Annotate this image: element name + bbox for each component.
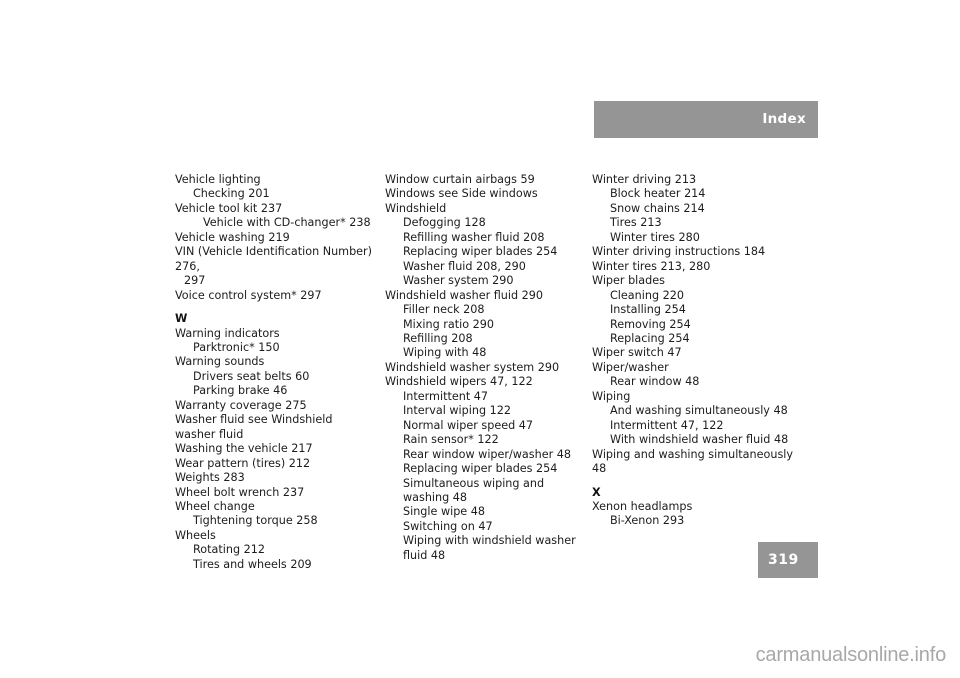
index-entry: Wiper blades (592, 274, 665, 288)
index-entry: Vehicle lighting (175, 173, 261, 186)
index-entry: Wheel bolt wrench 237 (175, 485, 305, 499)
index-subentry: Wiping with 48 (403, 346, 487, 360)
index-subentry: Cleaning 220 (610, 288, 684, 302)
index-subentry: Drivers seat belts 60 (193, 369, 310, 383)
index-subentry: Tightening torque 258 (193, 514, 318, 528)
index-subentry: Simultaneous wiping and washing 48 (403, 476, 548, 504)
index-subentry: Parktronic* 150 (193, 340, 280, 354)
page-header-title: Index (762, 110, 806, 127)
index-subentry: Parking brake 46 (193, 384, 288, 398)
index-subentry: Replacing wiper blades 254 (403, 462, 558, 476)
index-entry: Washer fluid see Windshield washer fluid (175, 413, 337, 441)
index-subentry: Normal wiper speed 47 (403, 418, 534, 432)
index-column-3: Winter driving 213 Block heater 214 Snow c… (592, 173, 802, 529)
index-subentry: Refilling washer fluid 208 (403, 230, 545, 244)
index-subentry: 297 (184, 274, 206, 288)
index-entry: Winter tires 213, 280 (592, 259, 711, 273)
index-subentry: Tires and wheels 209 (193, 557, 312, 571)
index-subentry: Wiping with windshield washer fluid 48 (403, 534, 580, 562)
index-subentry: Single wipe 48 (403, 505, 485, 519)
index-entry: VIN (Vehicle Identification Number) 276, (175, 245, 376, 273)
index-subentry: Washer fluid 208, 290 (403, 259, 526, 273)
index-entry: Winter driving 213 (592, 173, 697, 186)
index-entry: Weights 283 (175, 471, 245, 485)
index-subentry: And washing simultaneously 48 (610, 404, 788, 418)
index-subentry: Refilling 208 (403, 331, 473, 345)
index-subentry: Tires 213 (610, 216, 662, 230)
index-subentry: Intermittent 47 (403, 389, 488, 403)
index-subentry: Rear window 48 (610, 375, 700, 389)
index-section-letter: X (592, 485, 601, 499)
index-subentry: Washer system 290 (403, 274, 514, 288)
index-subentry: Switching on 47 (403, 519, 493, 533)
index-entry: Wheel change (175, 499, 255, 513)
index-subentry: Rain sensor* 122 (403, 433, 499, 447)
index-subentry: Filler neck 208 (403, 303, 485, 317)
site-watermark: carmanualsonline.info (755, 644, 947, 666)
index-subentry: Bi-Xenon 293 (610, 514, 685, 528)
index-entry: Vehicle tool kit 237 (175, 201, 283, 215)
index-subentry: With windshield washer fluid 48 (610, 433, 789, 447)
index-entry: Voice control system* 297 (175, 288, 322, 302)
index-entry: Wiper switch 47 (592, 346, 682, 360)
index-subentry: Winter tires 280 (610, 230, 700, 244)
index-subentry: Checking 201 (193, 187, 270, 201)
index-entry: Vehicle washing 219 (175, 230, 290, 244)
page-header-bar: Index (594, 101, 818, 138)
index-subentry: Replacing 254 (610, 331, 690, 345)
index-entry: Windshield wipers 47, 122 (385, 375, 533, 389)
index-entry: Warranty coverage 275 (175, 398, 307, 412)
index-subentry: Removing 254 (610, 317, 691, 331)
index-subentry: Installing 254 (610, 303, 686, 317)
index-page: Index Vehicle lighting Checking 201 Vehicl… (0, 0, 960, 678)
index-subentry: Replacing wiper blades 254 (403, 245, 558, 259)
index-subentry: Mixing ratio 290 (403, 317, 494, 331)
index-entry: Wiper/washer (592, 360, 669, 374)
index-entry: Washing the vehicle 217 (175, 442, 313, 456)
index-column-1: Vehicle lighting Checking 201 Vehicle tool… (175, 173, 375, 572)
index-entry: Winter driving instructions 184 (592, 245, 766, 259)
index-subentry: Interval wiping 122 (403, 404, 511, 418)
index-subentry: Rotating 212 (193, 543, 265, 557)
index-entry: Wiping (592, 389, 631, 403)
index-column-2: Window curtain airbags 59 Windows see Sid… (385, 173, 585, 563)
index-entry: Window curtain airbags 59 (385, 173, 535, 186)
index-subentry: Rear window wiper/washer 48 (403, 447, 571, 461)
index-subentry: Vehicle with CD-changer* 238 (203, 216, 371, 230)
index-subentry: Snow chains 214 (610, 201, 705, 215)
index-entry: Windshield (385, 201, 447, 215)
index-entry: Wear pattern (tires) 212 (175, 456, 311, 470)
index-entry: Xenon headlamps (592, 499, 693, 513)
index-entry: Windshield washer fluid 290 (385, 288, 544, 302)
index-subentry: Block heater 214 (610, 187, 706, 201)
index-section-letter: W (175, 312, 188, 326)
index-entry: Warning indicators (175, 326, 280, 340)
index-entry: Windshield washer system 290 (385, 360, 560, 374)
index-subentry: Intermittent 47, 122 (610, 418, 724, 432)
page-number-box: 319 (758, 542, 818, 578)
index-subentry: Defogging 128 (403, 216, 486, 230)
index-entry: Windows see Side windows (385, 187, 538, 201)
index-entry: Wiping and washing simultaneously 48 (592, 447, 797, 476)
page-number: 319 (768, 552, 799, 568)
index-entry: Wheels (175, 528, 216, 542)
index-entry: Warning sounds (175, 355, 265, 369)
